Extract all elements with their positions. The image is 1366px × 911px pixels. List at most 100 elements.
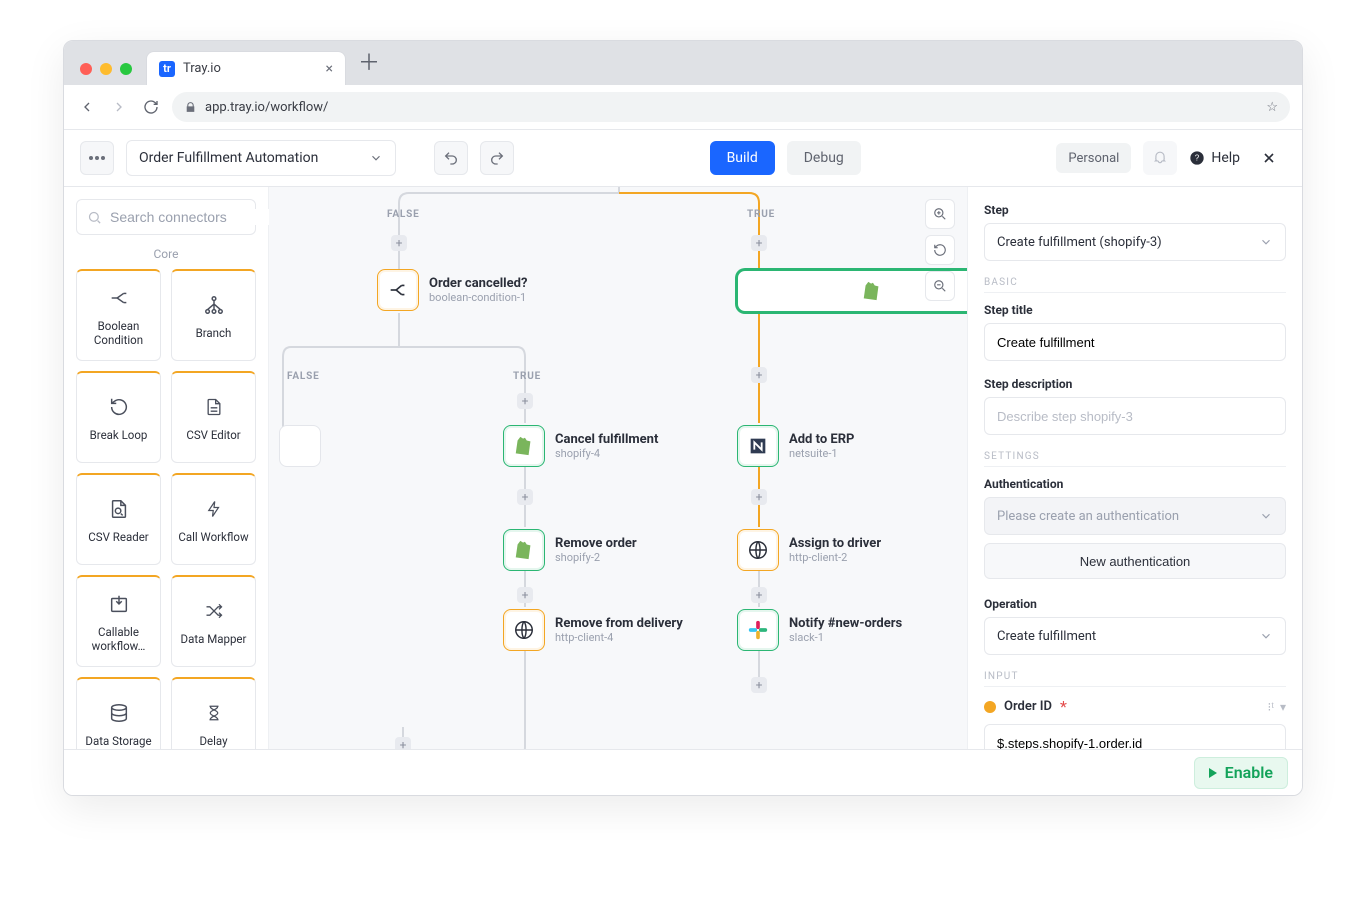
undo-button[interactable] [434,141,468,175]
connector-name: Branch [192,326,236,340]
search-input[interactable] [76,199,256,235]
required-dot-icon [984,701,996,713]
nav-reload-icon[interactable] [140,96,162,118]
step-title-input[interactable] [984,323,1286,361]
redo-button[interactable] [480,141,514,175]
notifications-icon[interactable] [1143,141,1177,175]
connector-card[interactable]: Boolean Condition [76,269,161,361]
browser-tab-strip: tr Tray.io × ＋ [64,41,1302,85]
authentication-select[interactable]: Please create an authentication [984,497,1286,535]
favicon-trayio: tr [159,61,175,77]
nav-forward-icon[interactable] [108,96,130,118]
section-basic: BASIC [984,277,1286,293]
zoom-out-button[interactable] [925,271,955,301]
node-boolean-condition[interactable]: Order cancelled?boolean-condition-1 [377,269,527,311]
search-field[interactable] [110,209,291,225]
add-step-button[interactable]: + [751,489,767,505]
help-icon: ? [1189,150,1205,166]
enable-button[interactable]: Enable [1194,757,1288,789]
browser-address-bar: app.tray.io/workflow/ ☆ [64,85,1302,130]
shopify-icon [503,425,545,467]
connector-name: Boolean Condition [77,319,160,347]
property-type-icon[interactable]: ⁝ᵗ [1268,700,1274,714]
url-text: app.tray.io/workflow/ [205,100,328,115]
workflow-selector[interactable]: Order Fulfillment Automation [126,140,396,176]
help-button[interactable]: ? Help [1189,150,1240,166]
bookmark-star-icon[interactable]: ☆ [1266,100,1278,115]
connector-name: Data Storage [81,734,155,748]
app-bar: Order Fulfillment Automation Build Debug… [64,130,1302,187]
connector-card[interactable]: CSV Editor [171,371,256,463]
connector-name: CSV Editor [182,428,244,442]
section-settings: SETTINGS [984,451,1286,467]
add-step-button[interactable]: + [751,367,767,383]
branch-split-icon [107,285,131,311]
zoom-reset-button[interactable] [925,235,955,265]
browser-tab-title: Tray.io [183,61,318,76]
new-authentication-button[interactable]: New authentication [984,543,1286,579]
connector-name: CSV Reader [84,530,152,544]
tab-build[interactable]: Build [710,141,775,175]
zoom-in-button[interactable] [925,199,955,229]
add-step-button[interactable]: + [391,235,407,251]
node-remove-order[interactable]: Remove ordershopify-2 [503,529,637,571]
workflow-canvas[interactable]: FALSE TRUE FALSE TRUE + + + + + + + + + … [269,187,967,795]
close-tab-icon[interactable]: × [326,61,333,77]
field-label-title: Step title [984,303,1286,317]
node-add-to-erp[interactable]: Add to ERPnetsuite-1 [737,425,854,467]
window-maximize-dot[interactable] [120,63,132,75]
node-notify-slack[interactable]: Notify #new-ordersslack-1 [737,609,902,651]
node-assign-driver[interactable]: Assign to driverhttp-client-2 [737,529,881,571]
add-step-button[interactable]: + [517,393,533,409]
step-inspector-panel: Step Create fulfillment (shopify-3) BASI… [967,187,1302,795]
step-description-input[interactable] [984,397,1286,435]
connector-card[interactable]: Branch [171,269,256,361]
new-tab-button[interactable]: ＋ [346,45,390,85]
add-step-button[interactable]: + [751,587,767,603]
more-menu-button[interactable] [80,141,114,175]
tab-debug[interactable]: Debug [787,141,861,175]
add-step-button[interactable]: + [751,235,767,251]
window-minimize-dot[interactable] [100,63,112,75]
svg-text:?: ? [1195,154,1200,163]
close-panel-icon[interactable] [1252,141,1286,175]
node-cancel-fulfillment[interactable]: Cancel fulfillmentshopify-4 [503,425,658,467]
connector-name: Data Mapper [177,632,251,646]
connector-card[interactable]: Callable workflow… [76,575,161,667]
property-label: Order ID [1004,699,1052,714]
node-remove-delivery[interactable]: Remove from deliveryhttp-client-4 [503,609,683,651]
tree-branch-icon [202,292,226,318]
connector-card[interactable]: Break Loop [76,371,161,463]
branch-label-false-top: FALSE [387,209,420,220]
step-select[interactable]: Create fulfillment (shopify-3) [984,223,1286,261]
branch-label-true-top: TRUE [747,209,775,220]
add-step-button[interactable]: + [751,677,767,693]
play-icon [1209,768,1217,778]
operation-select[interactable]: Create fulfillment [984,617,1286,655]
window-close-dot[interactable] [80,63,92,75]
nav-back-icon[interactable] [76,96,98,118]
workspace-chip[interactable]: Personal [1056,143,1131,173]
window-controls [74,63,140,85]
branch-label-false: FALSE [287,371,320,382]
add-step-button[interactable]: + [517,489,533,505]
field-label-operation: Operation [984,597,1286,611]
connector-card[interactable]: Call Workflow [171,473,256,565]
field-label-step: Step [984,203,1286,217]
connectors-sidebar: Core Boolean ConditionBranchBreak LoopCS… [64,187,269,795]
field-label-auth: Authentication [984,477,1286,491]
browser-tab[interactable]: tr Tray.io × [146,51,346,85]
connector-card[interactable]: CSV Reader [76,473,161,565]
bolt-icon [205,496,223,522]
empty-step-placeholder[interactable] [279,425,321,467]
shuffle-icon [202,598,226,624]
chevron-down-icon[interactable]: ▾ [1280,700,1286,714]
chevron-down-icon [1259,509,1273,523]
shopify-icon [503,529,545,571]
connector-card[interactable]: Data Mapper [171,575,256,667]
slack-icon [737,609,779,651]
lock-icon [184,101,197,114]
chevron-down-icon [1259,629,1273,643]
url-input[interactable]: app.tray.io/workflow/ ☆ [172,92,1290,122]
add-step-button[interactable]: + [517,587,533,603]
